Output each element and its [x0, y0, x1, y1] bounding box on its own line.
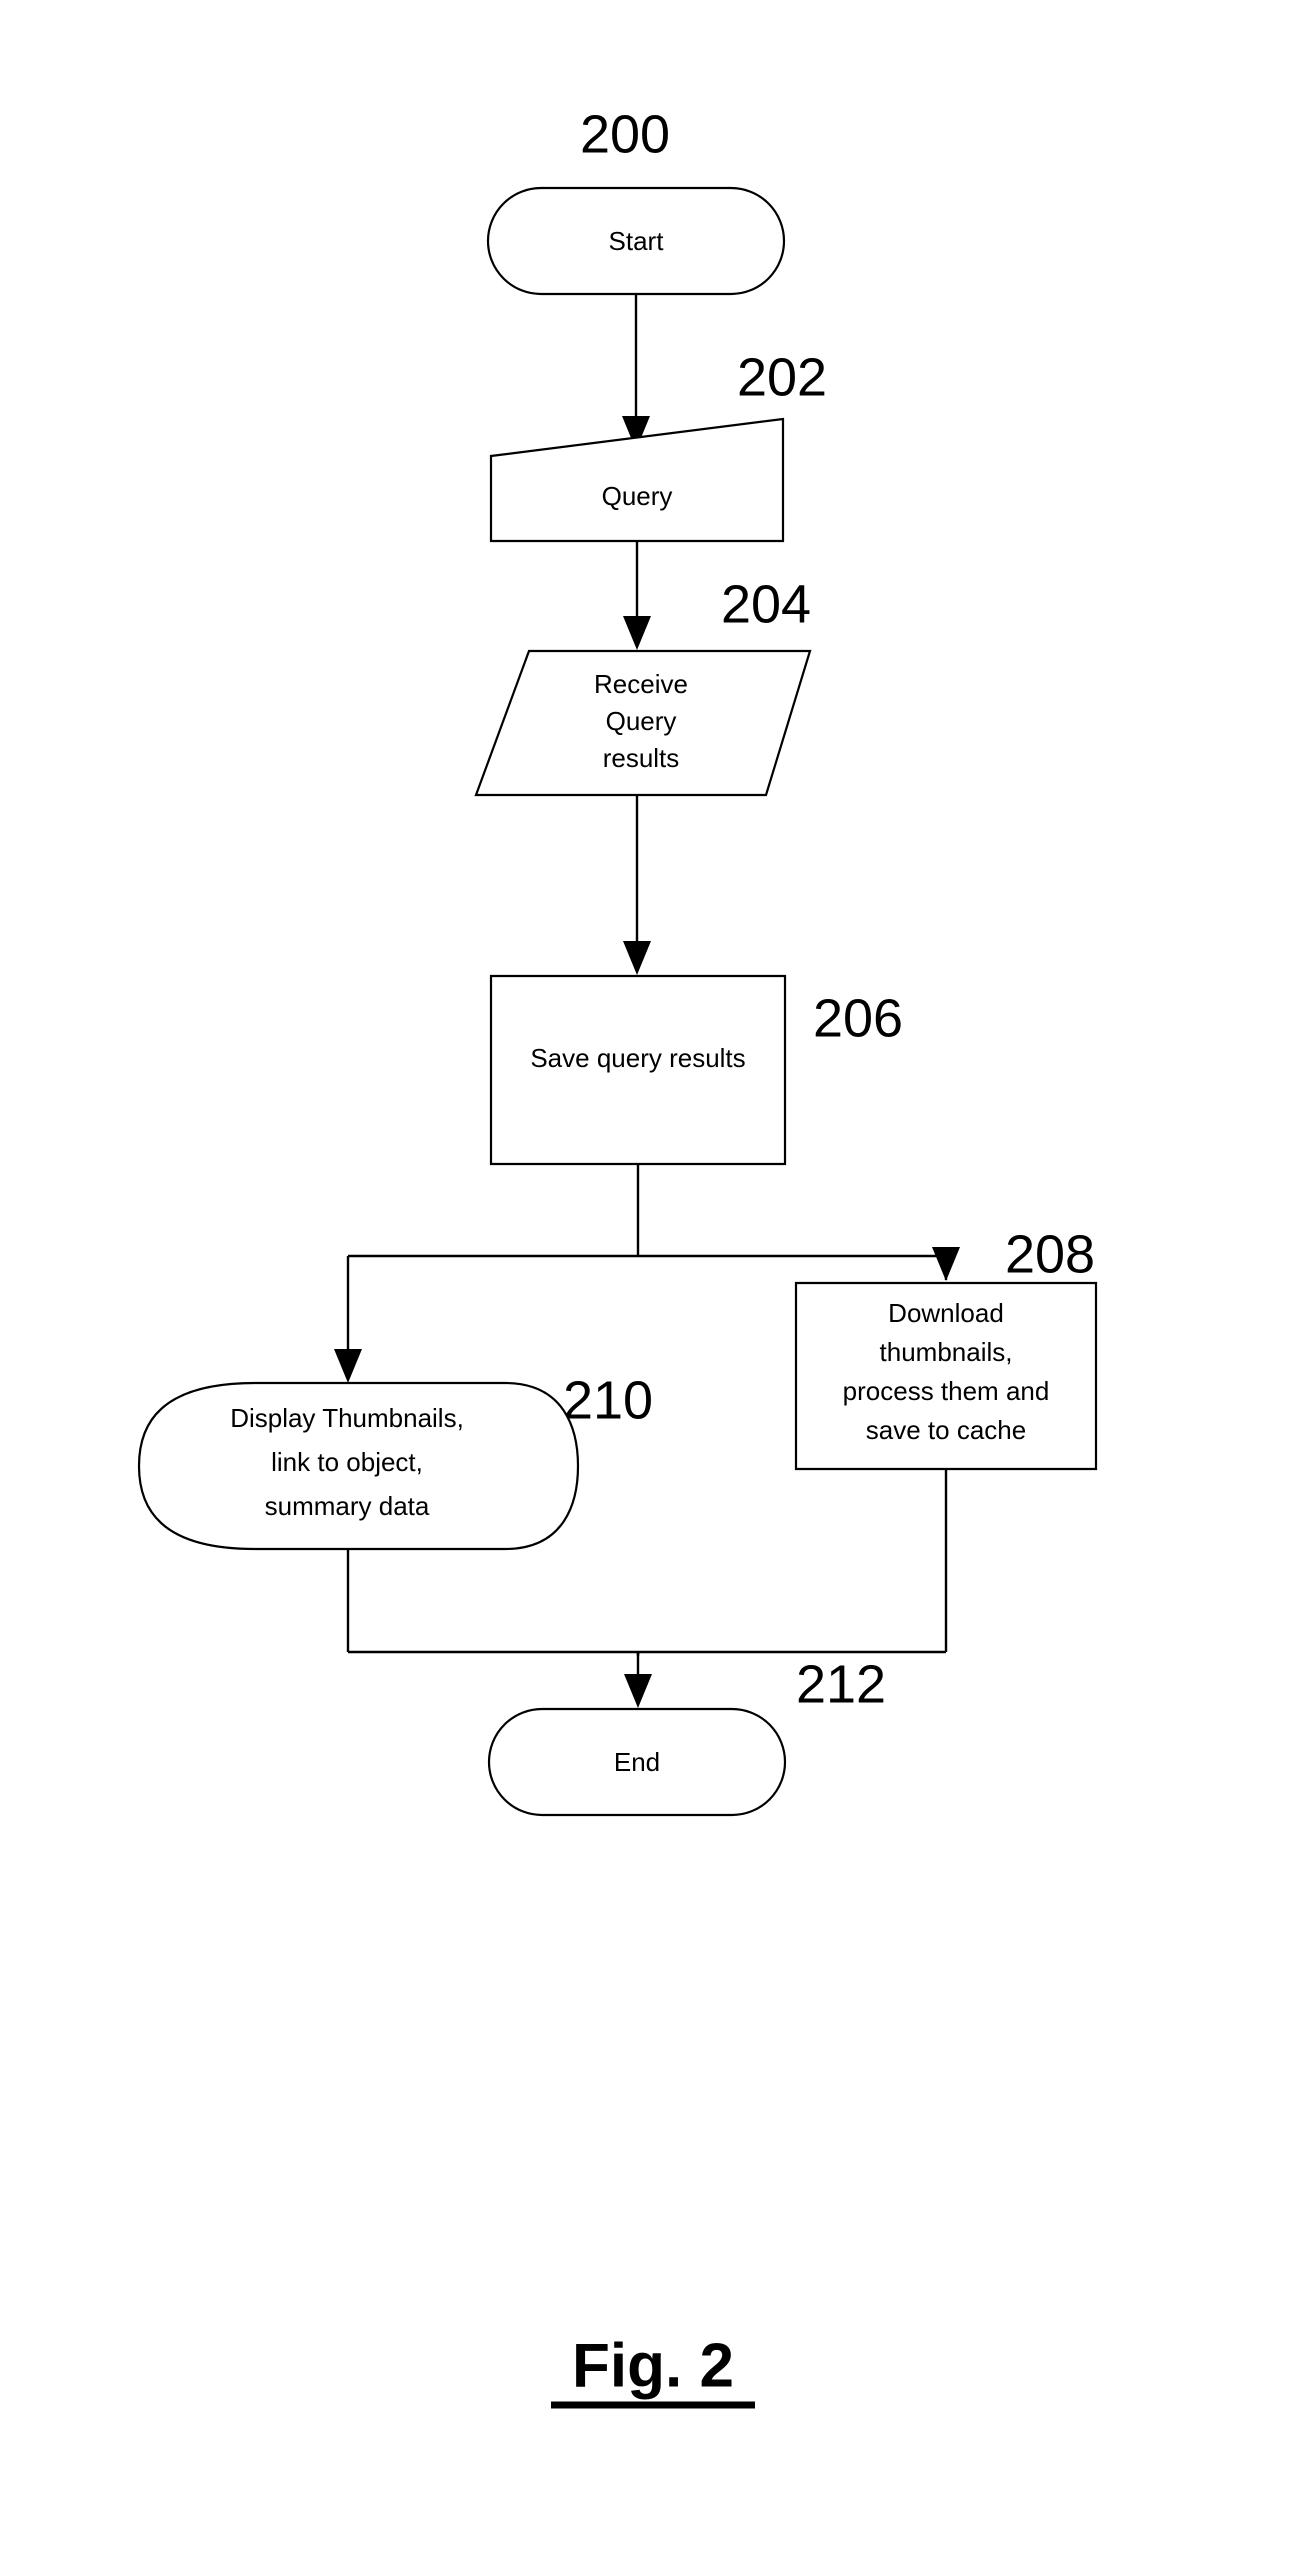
- ref-number-210: 210: [563, 1370, 653, 1430]
- ref-number-200: 200: [580, 104, 670, 164]
- node-display-thumbnails-line-2: link to object,: [271, 1447, 423, 1477]
- arrowhead-icon: [932, 1247, 960, 1281]
- edge-split-to-download: [932, 1247, 960, 1281]
- node-download-thumbnails-line-4: save to cache: [866, 1415, 1026, 1445]
- ref-number-208: 208: [1005, 1224, 1095, 1284]
- edge-query-to-receive: [623, 541, 651, 650]
- node-receive-query-results-line-2: Query: [606, 706, 677, 736]
- node-receive-query-results-line-1: Receive: [594, 669, 688, 699]
- arrowhead-icon: [623, 616, 651, 650]
- node-save-query-results-label: Save query results: [530, 1043, 745, 1073]
- flowchart-canvas: 200 Start 202 Query 204 Receive Query re…: [0, 104, 1314, 2409]
- node-display-thumbnails[interactable]: Display Thumbnails, link to object, summ…: [139, 1383, 578, 1549]
- ref-number-204: 204: [721, 574, 811, 634]
- arrowhead-icon: [624, 1674, 652, 1708]
- arrowhead-icon: [334, 1349, 362, 1383]
- figure-caption-text: Fig. 2: [572, 2331, 734, 2400]
- figure-page: 200 Start 202 Query 204 Receive Query re…: [0, 0, 1314, 2560]
- node-download-thumbnails[interactable]: Download thumbnails, process them and sa…: [796, 1283, 1096, 1469]
- edge-receive-to-save: [623, 795, 651, 975]
- node-receive-query-results-line-3: results: [603, 743, 680, 773]
- node-query[interactable]: Query: [491, 419, 783, 541]
- node-end-label: End: [614, 1747, 660, 1777]
- arrowhead-icon: [623, 941, 651, 975]
- ref-number-206: 206: [813, 988, 903, 1048]
- node-download-thumbnails-line-3: process them and: [843, 1376, 1050, 1406]
- node-display-thumbnails-line-3: summary data: [265, 1491, 430, 1521]
- edge-start-to-query: [622, 294, 650, 450]
- edge-merge-to-end: [624, 1652, 652, 1708]
- node-start[interactable]: Start: [488, 188, 784, 294]
- ref-number-212: 212: [796, 1654, 886, 1714]
- figure-caption: Fig. 2: [551, 2331, 755, 2409]
- node-display-thumbnails-line-1: Display Thumbnails,: [230, 1403, 464, 1433]
- node-query-label: Query: [602, 481, 673, 511]
- node-receive-query-results[interactable]: Receive Query results: [476, 651, 810, 795]
- node-end[interactable]: End: [489, 1709, 785, 1815]
- node-start-label: Start: [609, 226, 665, 256]
- node-download-thumbnails-line-1: Download: [888, 1298, 1004, 1328]
- node-download-thumbnails-line-2: thumbnails,: [880, 1337, 1013, 1367]
- ref-number-202: 202: [737, 347, 827, 407]
- node-save-query-results[interactable]: Save query results: [491, 976, 785, 1164]
